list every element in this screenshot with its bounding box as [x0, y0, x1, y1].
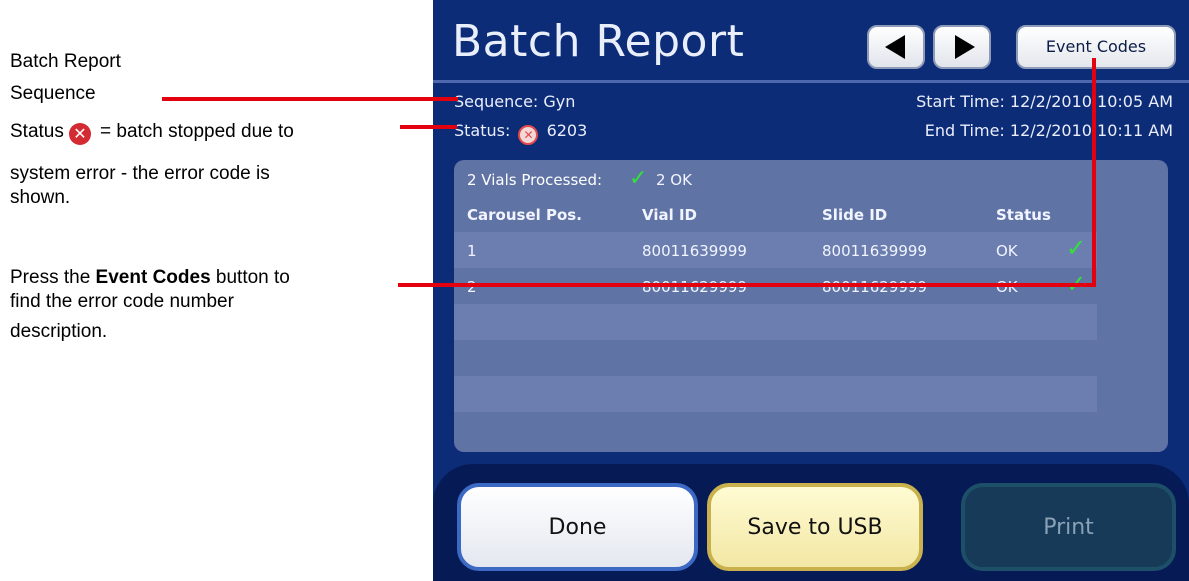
- save-to-usb-button[interactable]: Save to USB: [707, 483, 923, 571]
- row-carousel-pos: 1: [467, 242, 477, 260]
- batch-report-screen: Batch Report Event Codes Sequence: Gyn S…: [433, 0, 1189, 581]
- error-x-icon: ✕: [518, 125, 539, 145]
- annotation-event-line2: find the error code number: [10, 291, 234, 312]
- annotation-status-line2: system error - the error code is: [10, 163, 270, 184]
- status-text: Status: ✕ 6203: [454, 121, 587, 145]
- row-vial-id: 80011639999: [642, 242, 747, 260]
- column-header-vial-id: Vial ID: [642, 206, 698, 224]
- annotation-event-pre: Press the: [10, 267, 91, 288]
- annotation-batch-report-line2: Sequence: [10, 83, 96, 104]
- row-carousel-pos: 2: [467, 278, 477, 296]
- sequence-text: Sequence: Gyn: [454, 92, 576, 111]
- annotation-event-post: button to: [215, 267, 290, 288]
- arrow-left-icon: [885, 35, 905, 59]
- annotation-batch-report-sequence: Batch Report Sequence: [10, 50, 121, 106]
- summary-ok: 2 OK: [656, 171, 692, 189]
- status-error-code: 6203: [546, 121, 588, 140]
- header-divider: [433, 80, 1189, 83]
- callout-status: [400, 125, 457, 129]
- results-panel: 2 Vials Processed: ✓ 2 OK Carousel Pos. …: [454, 160, 1168, 452]
- table-row-empty: [454, 304, 1097, 340]
- row-status: OK: [996, 242, 1018, 260]
- checkmark-icon: ✓: [1066, 234, 1087, 262]
- callout-event-codes-vertical: [1092, 58, 1096, 287]
- done-button[interactable]: Done: [457, 483, 698, 571]
- annotation-status-suffix: = batch stopped due to: [100, 121, 294, 142]
- error-x-icon: ✕: [69, 123, 91, 145]
- annotation-status-line3: shown.: [10, 187, 71, 208]
- row-vial-id: 80011629999: [642, 278, 747, 296]
- previous-button[interactable]: [867, 25, 925, 69]
- end-time-label: End Time:: [924, 121, 1005, 140]
- table-row-empty: [454, 340, 1097, 376]
- table-row-empty: [454, 412, 1097, 448]
- page-title: Batch Report: [452, 16, 745, 67]
- annotation-batch-report-line1: Batch Report: [10, 51, 121, 72]
- column-header-carousel: Carousel Pos.: [467, 206, 582, 224]
- event-codes-button[interactable]: Event Codes: [1016, 25, 1176, 69]
- summary-processed: 2 Vials Processed:: [467, 171, 603, 189]
- row-status: OK: [996, 278, 1018, 296]
- column-header-status: Status: [996, 206, 1051, 224]
- table-row-empty: [454, 376, 1097, 412]
- callout-event-codes-horizontal: [398, 283, 1096, 287]
- start-time-label: Start Time:: [916, 92, 1005, 111]
- annotation-status-prefix: Status: [10, 121, 64, 142]
- start-time: Start Time: 12/2/2010 10:05 AM: [916, 92, 1173, 111]
- checkmark-icon: ✓: [629, 166, 648, 191]
- print-button[interactable]: Print: [961, 483, 1176, 571]
- arrow-right-icon: [955, 35, 975, 59]
- row-slide-id: 80011629999: [822, 278, 927, 296]
- end-time: End Time: 12/2/2010 10:11 AM: [925, 121, 1173, 140]
- annotation-event-line3: description.: [10, 321, 108, 342]
- row-slide-id: 80011639999: [822, 242, 927, 260]
- table-row[interactable]: 1 80011639999 80011639999 OK ✓: [454, 232, 1097, 268]
- annotation-status-line1: Status: [10, 120, 64, 144]
- annotation-event-bold: Event Codes: [95, 267, 211, 288]
- next-button[interactable]: [933, 25, 991, 69]
- callout-sequence: [162, 97, 458, 101]
- status-label: Status:: [454, 121, 511, 140]
- column-header-slide-id: Slide ID: [822, 206, 888, 224]
- annotation-event-codes: Press the Event Codes button to: [10, 266, 290, 290]
